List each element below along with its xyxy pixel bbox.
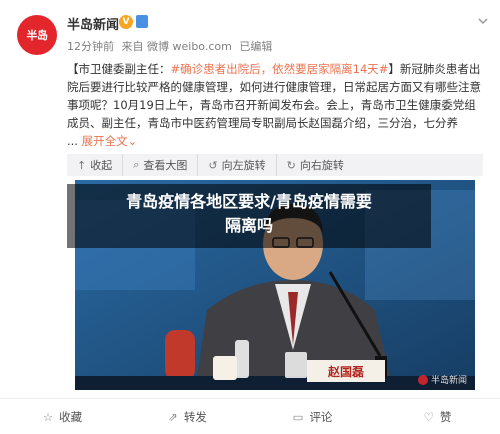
rotate-right-icon: ↻	[286, 158, 296, 172]
collapse-label: 收起	[90, 159, 113, 172]
post-prefix: 【市卫健委副主任：	[67, 62, 171, 76]
image-action-bar: ↑ 收起 ⌕ 查看大图 ↺ 向左旋转 ↻ 向右旋转	[67, 154, 483, 176]
magnifier-icon: ⌕	[133, 158, 140, 171]
repost-button[interactable]: ⇗ 转发	[125, 409, 250, 425]
chevron-down-icon[interactable]	[476, 14, 490, 28]
watermark-text: 半岛新闻	[430, 376, 467, 386]
rotate-right-button[interactable]: ↻ 向右旋转	[277, 154, 354, 176]
ellipsis: ...	[67, 134, 78, 148]
view-large-image-label: 查看大图	[143, 159, 188, 172]
expand-full-text-link[interactable]: 展开全文⌄	[82, 134, 138, 148]
overlay-title: 青岛疫情各地区要求/青岛疫情需要 隔离吗	[67, 184, 431, 248]
post-meta: 12分钟前 来自 微博 weibo.com 已编辑	[67, 38, 276, 54]
member-badge-icon	[136, 15, 148, 28]
topic-link[interactable]: #确诊患者出院后，依然要居家隔离14天#	[171, 62, 389, 76]
comment-button[interactable]: ▭ 评论	[250, 409, 375, 425]
collapse-icon: ↑	[77, 158, 87, 172]
rotate-left-button[interactable]: ↺ 向左旋转	[198, 154, 277, 176]
account-name[interactable]: 半岛新闻	[67, 14, 119, 33]
like-icon: ♡	[423, 409, 434, 424]
comment-label: 评论	[309, 409, 333, 424]
avatar-text: 半岛	[26, 29, 49, 42]
favorite-label: 收藏	[59, 409, 83, 424]
post-source[interactable]: 来自 微博 weibo.com	[122, 40, 232, 53]
edited-label: 已编辑	[239, 40, 273, 53]
star-icon: ☆	[42, 409, 54, 424]
comment-icon: ▭	[292, 409, 304, 424]
verified-icon: V	[119, 15, 133, 29]
view-large-image-button[interactable]: ⌕ 查看大图	[123, 154, 199, 176]
like-button[interactable]: ♡ 赞	[375, 409, 500, 425]
avatar[interactable]: 半岛	[17, 15, 57, 55]
post-text: 【市卫健委副主任：#确诊患者出院后，依然要居家隔离14天#】新冠肺炎患者出院后要…	[67, 60, 483, 150]
share-icon: ⇗	[168, 409, 178, 424]
rotate-left-icon: ↺	[208, 158, 218, 172]
image-watermark: 半岛新闻	[417, 373, 467, 386]
rotate-left-label: 向左旋转	[221, 159, 266, 172]
chevron-down-icon: ⌄	[127, 134, 138, 148]
post-header: 半岛 半岛新闻 V 12分钟前 来自 微博 weibo.com 已编辑	[0, 0, 500, 56]
nameplate-text: 赵国磊	[327, 365, 364, 379]
repost-label: 转发	[183, 409, 207, 424]
watermark-logo-icon	[417, 374, 428, 385]
post-time[interactable]: 12分钟前	[67, 40, 114, 53]
post-footer: ☆ 收藏 ⇗ 转发 ▭ 评论 ♡ 赞	[0, 398, 500, 434]
rotate-right-label: 向右旋转	[299, 159, 344, 172]
overlay-title-line2: 隔离吗	[224, 216, 273, 235]
like-label: 赞	[439, 409, 452, 424]
favorite-button[interactable]: ☆ 收藏	[0, 409, 125, 425]
collapse-button[interactable]: ↑ 收起	[67, 154, 124, 176]
overlay-title-line1: 青岛疫情各地区要求/青岛疫情需要	[126, 192, 372, 211]
